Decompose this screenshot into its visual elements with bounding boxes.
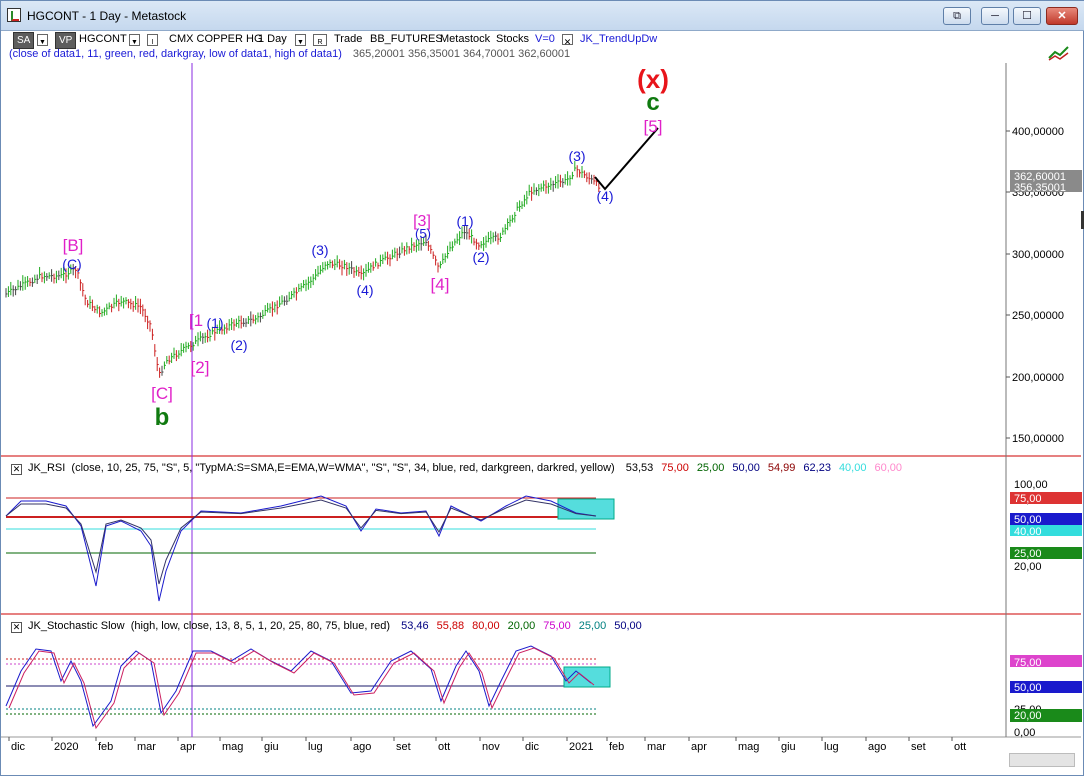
time-tick-label: mag — [738, 741, 759, 753]
rsi-40-box-label: 40,00 — [1014, 526, 1042, 538]
wave-label: (3) — [568, 148, 585, 164]
wave-label: (3) — [311, 242, 328, 258]
price-tick-label: 250,00000 — [1012, 310, 1064, 322]
stoch-pane-header: ✕ JK_Stochastic Slow (high, low, close, 1… — [11, 620, 642, 633]
time-tick-label: 2021 — [569, 741, 593, 753]
time-tick-label: lug — [824, 741, 839, 753]
wave-label: (4) — [596, 188, 613, 204]
time-tick-label: mar — [137, 741, 156, 753]
wave-label: b — [155, 404, 170, 431]
time-tick-label: feb — [98, 741, 113, 753]
time-tick-label: set — [911, 741, 926, 753]
stoch-checkbox[interactable]: ✕ — [11, 622, 22, 633]
stoch-75-box-label: 75,00 — [1014, 657, 1042, 669]
stoch-values: 53,46 55,88 80,00 20,00 75,00 25,00 50,00 — [393, 620, 642, 632]
rsi-axis-label: 100,00 — [1014, 479, 1048, 491]
rsi-25-box-label: 25,00 — [1014, 548, 1042, 560]
time-tick-label: dic — [11, 741, 26, 753]
wave-label: [5] — [644, 117, 663, 136]
wave-label: (1) — [456, 213, 473, 229]
wave-label: (2) — [230, 337, 247, 353]
wave-label: [4] — [431, 275, 450, 294]
prev-price-label: 356,35001 — [1014, 182, 1066, 194]
rsi-value-5: 62,23 — [803, 462, 831, 474]
time-tick-label: feb — [609, 741, 624, 753]
stoch-20-box-label: 20,00 — [1014, 710, 1042, 722]
price-tick-label: 150,00000 — [1012, 433, 1064, 445]
rsi-75-box-label: 75,00 — [1014, 493, 1042, 505]
rsi-checkbox[interactable]: ✕ — [11, 464, 22, 475]
wave-label: (C) — [62, 256, 81, 272]
stoch-50-box-label: 50,00 — [1014, 682, 1042, 694]
rsi-value-1: 75,00 — [661, 462, 689, 474]
time-tick-label: apr — [691, 741, 707, 753]
wave-label: [1 — [189, 311, 203, 330]
wave-label: (2) — [472, 249, 489, 265]
time-tick-label: giu — [264, 741, 279, 753]
rsi-name: JK_RSI — [28, 462, 66, 474]
rsi-value-7: 60,00 — [874, 462, 902, 474]
rsi-50-box-label: 50,00 — [1014, 514, 1042, 526]
wave-label: (4) — [356, 282, 373, 298]
time-tick-label: giu — [781, 741, 796, 753]
rsi-value-2: 25,00 — [696, 462, 725, 474]
rsi-value-4: 54,99 — [767, 462, 796, 474]
wave-label: (1) — [206, 315, 223, 331]
price-tick-label: 400,00000 — [1012, 126, 1064, 138]
chart-area[interactable]: 400,00000350,00000300,00000250,00000200,… — [1, 1, 1084, 776]
time-tick-label: mag — [222, 741, 243, 753]
time-tick-label: nov — [482, 741, 500, 753]
time-tick-label: set — [396, 741, 411, 753]
stoch-value-6: 50,00 — [614, 620, 642, 632]
wave-label: [C] — [151, 384, 173, 403]
time-tick-label: ago — [353, 741, 371, 753]
price-tick-label: 300,00000 — [1012, 249, 1064, 261]
rsi-axis-label: 20,00 — [1014, 561, 1042, 573]
time-tick-label: apr — [180, 741, 196, 753]
rsi-value-6: 40,00 — [838, 462, 867, 474]
time-tick-label: ott — [438, 741, 450, 753]
time-tick-label: lug — [308, 741, 323, 753]
wave-label: [2] — [191, 358, 210, 377]
time-tick-label: 2020 — [54, 741, 78, 753]
rsi-value-0: 53,53 — [625, 462, 654, 474]
wave-label: [B] — [63, 236, 84, 255]
wave-label: c — [646, 89, 659, 116]
metastock-window: HGCONT - 1 Day - Metastock ⧉ ─ ☐ ✕ SA ▼ … — [0, 0, 1084, 776]
stoch-value-5: 25,00 — [578, 620, 607, 632]
rsi-values: 53,53 75,00 25,00 50,00 54,99 62,23 40,00 60,00 — [618, 462, 902, 474]
rsi-signal-line — [5, 499, 597, 585]
projection-line — [594, 127, 659, 191]
stoch-value-4: 75,00 — [543, 620, 571, 632]
stoch-value-0: 53,46 — [401, 620, 429, 632]
stoch-name: JK_Stochastic Slow — [28, 620, 125, 632]
stoch-projection-box — [563, 666, 611, 688]
rsi-params: (close, 10, 25, 75, "S", 5, "TypMA:S=SMA… — [71, 462, 615, 474]
stoch-value-3: 20,00 — [507, 620, 536, 632]
rsi-pane-header: ✕ JK_RSI (close, 10, 25, 75, "S", 5, "Typ… — [11, 462, 902, 475]
rsi-projection-box — [557, 498, 615, 520]
rsi-value-3: 50,00 — [732, 462, 760, 474]
stoch-value-1: 55,88 — [436, 620, 465, 632]
stoch-params: (high, low, close, 13, 8, 5, 1, 20, 25, … — [130, 620, 391, 632]
time-tick-label: dic — [525, 741, 540, 753]
time-tick-label: mar — [647, 741, 666, 753]
wave-label: (5) — [415, 226, 431, 241]
rsi-line — [5, 495, 597, 602]
stoch-value-2: 80,00 — [472, 620, 500, 632]
time-tick-label: ott — [954, 741, 966, 753]
stoch-axis-label: 0,00 — [1014, 727, 1035, 739]
price-tick-label: 200,00000 — [1012, 372, 1064, 384]
horizontal-scrollbar[interactable] — [1009, 753, 1075, 767]
time-tick-label: ago — [868, 741, 886, 753]
